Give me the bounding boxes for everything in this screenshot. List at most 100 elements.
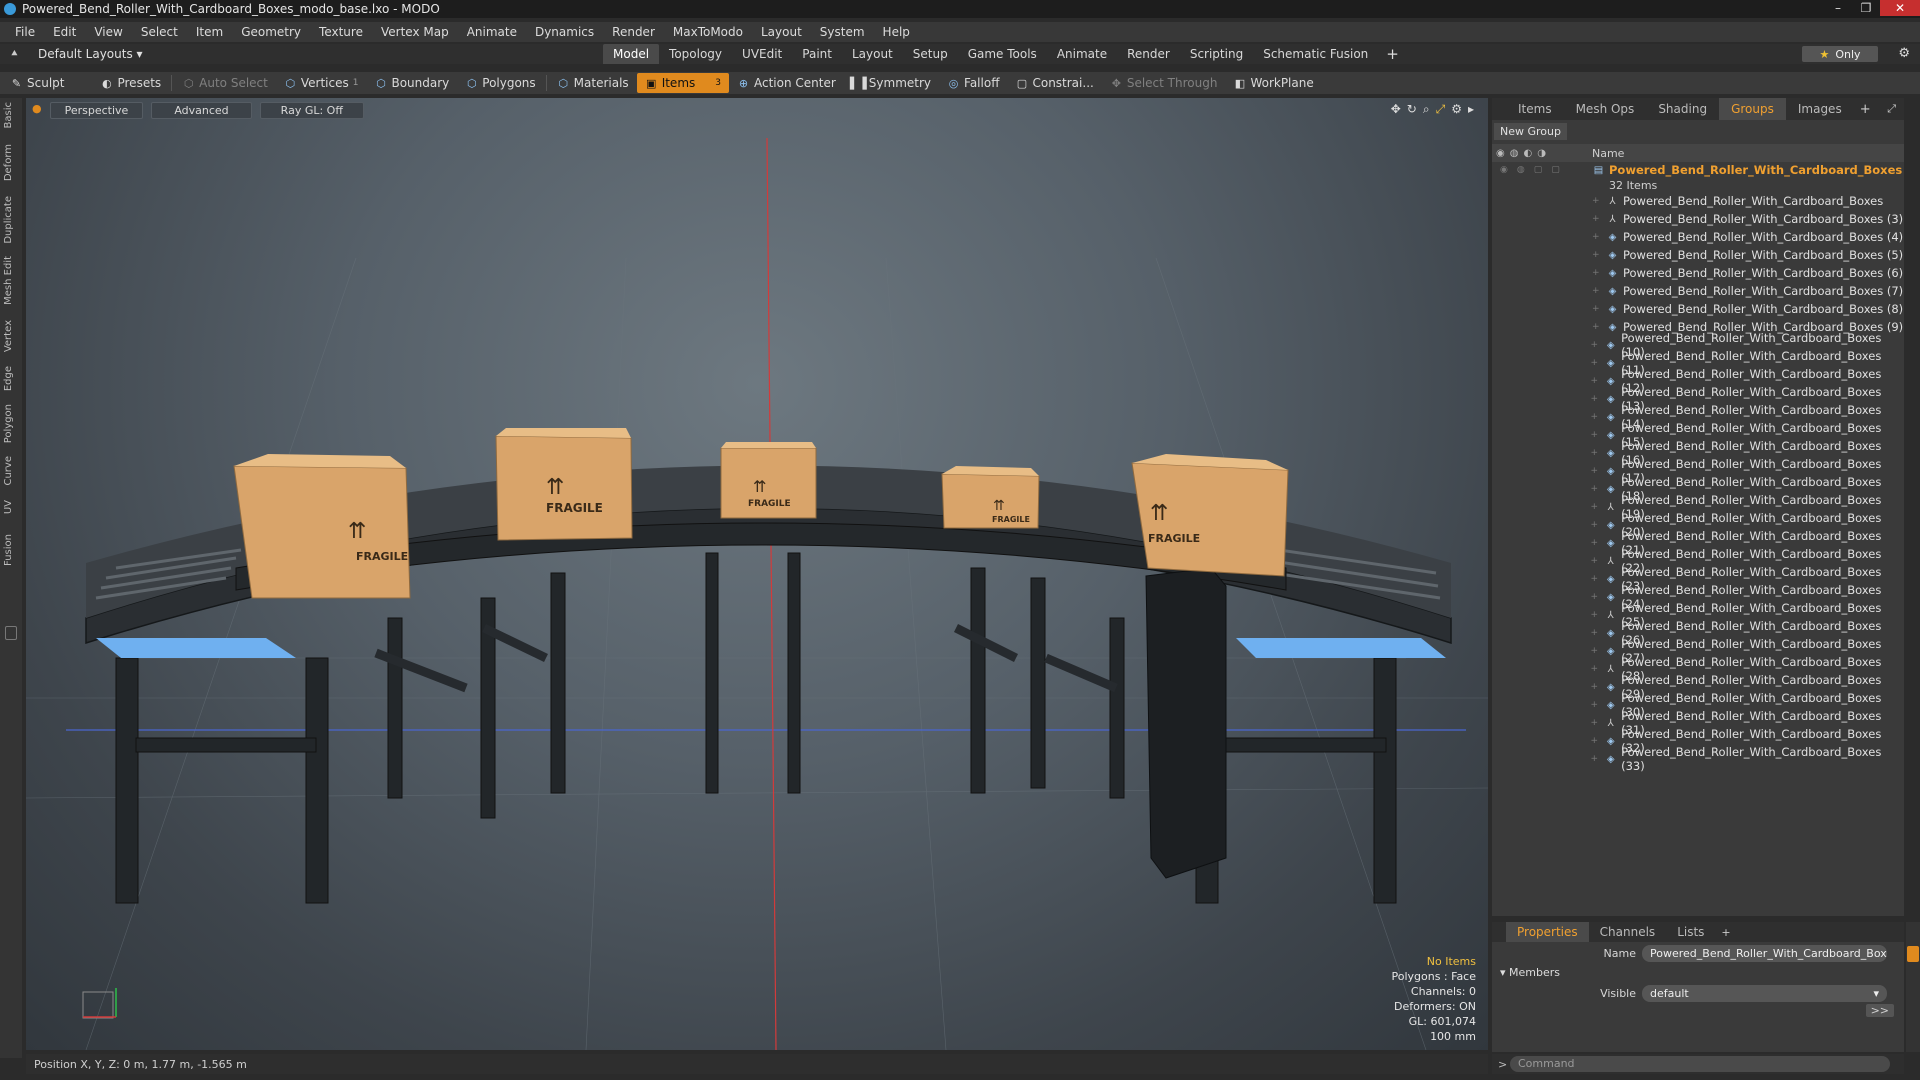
constraints-button[interactable]: ▢ Constrai... <box>1007 73 1101 93</box>
falloff-button[interactable]: ◎ Falloff <box>939 73 1007 93</box>
visible-dropdown[interactable]: default ▾ <box>1642 984 1887 1002</box>
vtab-polygon[interactable]: Polygon <box>3 404 19 443</box>
expand-icon[interactable]: + <box>1591 646 1605 656</box>
tab-setup[interactable]: Setup <box>903 44 958 64</box>
vtab-duplicate[interactable]: Duplicate <box>3 196 19 244</box>
expand-icon[interactable]: + <box>1591 736 1605 746</box>
expand-icon[interactable]: + <box>1591 754 1605 764</box>
menu-help[interactable]: Help <box>874 25 919 39</box>
expand-icon[interactable]: + <box>1591 358 1605 368</box>
menu-geometry[interactable]: Geometry <box>232 25 310 39</box>
group-item-row[interactable]: + ⅄ Powered_Bend_Roller_With_Cardboard_Box… <box>1492 192 1904 210</box>
expand-icon[interactable]: + <box>1592 214 1606 224</box>
tab-scripting[interactable]: Scripting <box>1180 44 1253 64</box>
raygl-button[interactable]: Ray GL: Off <box>259 102 364 119</box>
add-tab-icon[interactable]: + <box>1378 44 1407 64</box>
gear-icon[interactable]: ⚙ <box>1898 46 1910 61</box>
more-button[interactable]: >> <box>1865 1004 1894 1017</box>
group-item-row[interactable]: + ◈ Powered_Bend_Roller_With_Cardboard_Box… <box>1492 282 1904 300</box>
expand-icon[interactable]: + <box>1591 466 1605 476</box>
eye-column-icon[interactable]: ◉ <box>1496 148 1505 159</box>
add-panel-tab-icon[interactable]: + <box>1854 102 1877 117</box>
vtab-curve[interactable]: Curve <box>3 456 19 486</box>
vtab-deform[interactable]: Deform <box>3 144 19 181</box>
vtab-fusion[interactable]: Fusion <box>3 534 19 566</box>
row-visibility[interactable]: ◉ ◍ ▢ ▢ <box>1492 165 1592 175</box>
expand-icon[interactable]: + <box>1591 430 1605 440</box>
close-button[interactable]: ✕ <box>1880 0 1920 16</box>
polygons-button[interactable]: ⬡ Polygons <box>457 73 543 93</box>
menu-maxtomodo[interactable]: MaxToModo <box>664 25 752 39</box>
expand-icon[interactable]: + <box>1592 268 1606 278</box>
expand-icon[interactable]: + <box>1592 286 1606 296</box>
expand-icon[interactable]: + <box>1591 682 1605 692</box>
menu-file[interactable]: File <box>6 25 44 39</box>
tab-animate[interactable]: Animate <box>1047 44 1117 64</box>
tab-game-tools[interactable]: Game Tools <box>958 44 1047 64</box>
auto-select-button[interactable]: ⬡ Auto Select <box>174 73 276 93</box>
menu-layout[interactable]: Layout <box>752 25 811 39</box>
expand-icon[interactable]: + <box>1591 448 1605 458</box>
expand-icon[interactable]: + <box>1592 322 1606 332</box>
group-item-row[interactable]: + ◈ Powered_Bend_Roller_With_Cardboard_Box… <box>1492 246 1904 264</box>
vtab-edge[interactable]: Edge <box>3 366 19 391</box>
expand-icon[interactable]: + <box>1591 520 1605 530</box>
materials-button[interactable]: ⬡ Materials <box>549 73 637 93</box>
tab-shading[interactable]: Shading <box>1646 102 1719 116</box>
expand-icon[interactable]: + <box>1592 304 1606 314</box>
vtab-uv[interactable]: UV <box>3 500 19 514</box>
only-toggle[interactable]: ★ Only <box>1802 46 1878 62</box>
presets-button[interactable]: ◐ Presets <box>92 73 169 93</box>
name-column-header[interactable]: Name <box>1592 147 1624 160</box>
panel-expand-icon[interactable]: ⤢ <box>1887 102 1896 116</box>
expand-icon[interactable]: + <box>1592 196 1606 206</box>
sculpt-button[interactable]: ✎ Sculpt <box>0 73 72 93</box>
pan-icon[interactable]: ✥ <box>1391 102 1401 117</box>
expand-icon[interactable]: + <box>1591 484 1605 494</box>
menu-edit[interactable]: Edit <box>44 25 85 39</box>
boundary-button[interactable]: ⬡ Boundary <box>366 73 457 93</box>
workplane-button[interactable]: ◧ WorkPlane <box>1225 73 1321 93</box>
tab-channels[interactable]: Channels <box>1589 922 1667 942</box>
expand-icon[interactable]: + <box>1591 538 1605 548</box>
vtab-mesh-edit[interactable]: Mesh Edit <box>3 256 19 305</box>
menu-vertex-map[interactable]: Vertex Map <box>372 25 458 39</box>
expand-icon[interactable]: + <box>1591 574 1605 584</box>
viewport-arrow-icon[interactable]: ▸ <box>1468 102 1474 117</box>
fit-icon[interactable]: ⤢ <box>1436 102 1446 117</box>
maximize-button[interactable]: ❐ <box>1852 0 1880 16</box>
expand-icon[interactable]: + <box>1591 718 1605 728</box>
tab-items[interactable]: Items <box>1506 102 1564 116</box>
strip-toggle-icon[interactable] <box>5 626 17 640</box>
menu-render[interactable]: Render <box>603 25 664 39</box>
rotate-icon[interactable]: ↻ <box>1407 102 1417 117</box>
group-item-row[interactable]: + ◈ Powered_Bend_Roller_With_Cardboard_Box… <box>1492 745 1904 773</box>
render-column-icon[interactable]: ◍ <box>1510 148 1519 159</box>
tab-paint[interactable]: Paint <box>792 44 842 64</box>
expand-icon[interactable]: + <box>1591 556 1605 566</box>
new-group-button[interactable]: New Group <box>1494 123 1567 140</box>
tab-model[interactable]: Model <box>603 44 660 64</box>
expand-icon[interactable]: + <box>1591 610 1605 620</box>
expand-icon[interactable]: + <box>1591 700 1605 710</box>
select-through-button[interactable]: ✥ Select Through <box>1102 73 1226 93</box>
group-item-row[interactable]: + ◈ Powered_Bend_Roller_With_Cardboard_Box… <box>1492 264 1904 282</box>
menu-view[interactable]: View <box>85 25 131 39</box>
menu-item[interactable]: Item <box>187 25 232 39</box>
tab-lists[interactable]: Lists <box>1666 922 1715 942</box>
tab-images[interactable]: Images <box>1786 102 1854 116</box>
tab-topology[interactable]: Topology <box>659 44 732 64</box>
shading-advanced-button[interactable]: Advanced <box>151 102 252 119</box>
expand-icon[interactable]: + <box>1591 502 1605 512</box>
lock-column-icon[interactable]: ◐ <box>1523 148 1532 159</box>
items-button[interactable]: ▣ Items 3 <box>636 73 729 93</box>
menu-select[interactable]: Select <box>132 25 187 39</box>
name-field[interactable]: Powered_Bend_Roller_With_Cardboard_Boxes… <box>1642 944 1887 962</box>
menu-animate[interactable]: Animate <box>458 25 526 39</box>
group-item-row[interactable]: + ⅄ Powered_Bend_Roller_With_Cardboard_Box… <box>1492 210 1904 228</box>
group-item-row[interactable]: + ◈ Powered_Bend_Roller_With_Cardboard_Box… <box>1492 300 1904 318</box>
vtab-vertex[interactable]: Vertex <box>3 320 19 352</box>
expand-icon[interactable]: + <box>1591 628 1605 638</box>
menu-texture[interactable]: Texture <box>310 25 372 39</box>
members-section[interactable]: ▾ Members <box>1492 964 1904 982</box>
